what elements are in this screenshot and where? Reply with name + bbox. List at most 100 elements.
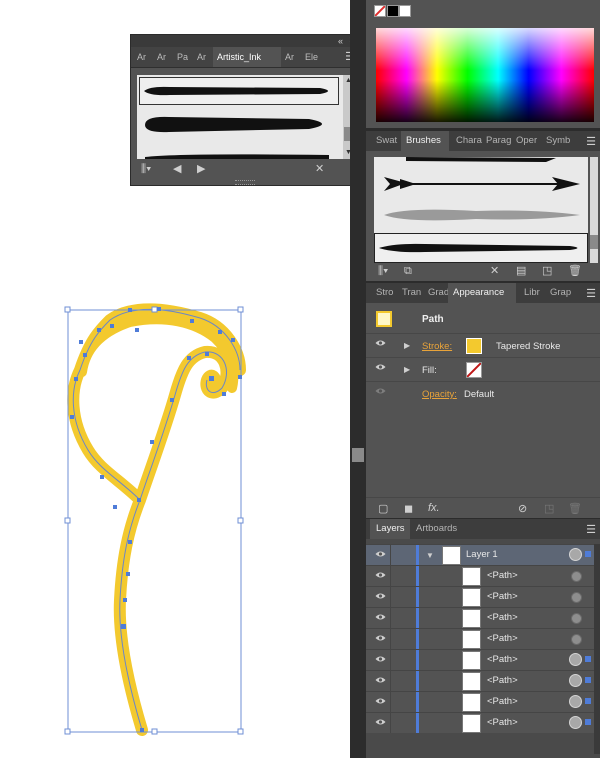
brush-item[interactable] bbox=[139, 143, 339, 159]
path-target-icon[interactable] bbox=[569, 695, 582, 708]
visibility-eye-icon[interactable] bbox=[375, 550, 386, 558]
path-name[interactable]: <Path> bbox=[487, 629, 518, 649]
path-row[interactable]: <Path> bbox=[366, 565, 594, 586]
library-tab-artistic-ink[interactable]: Artistic_Ink bbox=[213, 47, 281, 67]
path-row[interactable]: <Path> bbox=[366, 586, 594, 607]
tab-symbols[interactable]: Symb bbox=[546, 131, 572, 151]
path-target-icon[interactable] bbox=[571, 592, 582, 603]
appearance-fill-row[interactable]: ▶ Fill: bbox=[366, 357, 600, 382]
visibility-eye-icon[interactable] bbox=[375, 655, 386, 663]
layers-scrollbar[interactable] bbox=[594, 544, 600, 754]
tab-character[interactable]: Chara bbox=[456, 131, 482, 151]
opacity-label[interactable]: Opacity: bbox=[422, 389, 457, 400]
path-row[interactable]: <Path> bbox=[366, 628, 594, 649]
panel-menu-icon[interactable]: ☰ bbox=[586, 288, 596, 300]
delete-brush-icon[interactable]: 🗑 bbox=[568, 265, 582, 277]
library-tab-4[interactable]: Ar bbox=[197, 47, 209, 67]
remove-brush-stroke-icon[interactable]: ✕ bbox=[490, 265, 499, 277]
brush-item-selected[interactable] bbox=[374, 233, 588, 263]
tab-brushes[interactable]: Brushes bbox=[401, 131, 449, 151]
path-name[interactable]: <Path> bbox=[487, 713, 518, 733]
path-name[interactable]: <Path> bbox=[487, 692, 518, 712]
stroke-label[interactable]: Stroke: bbox=[422, 341, 452, 352]
path-name[interactable]: <Path> bbox=[487, 671, 518, 691]
add-fill-icon[interactable]: ◼ bbox=[404, 503, 413, 515]
visibility-eye-icon[interactable] bbox=[375, 634, 386, 642]
visibility-eye-icon[interactable] bbox=[375, 363, 386, 371]
appearance-opacity-row[interactable]: Opacity: Default bbox=[366, 381, 600, 406]
library-tab-1[interactable]: Ar bbox=[137, 47, 149, 67]
path-target-icon[interactable] bbox=[571, 571, 582, 582]
path-target-icon[interactable] bbox=[569, 674, 582, 687]
visibility-eye-icon[interactable] bbox=[375, 697, 386, 705]
brush-item[interactable] bbox=[139, 109, 339, 139]
next-library-icon[interactable]: ▶ bbox=[197, 163, 205, 175]
tab-artboards[interactable]: Artboards bbox=[416, 519, 476, 539]
collapse-triangle-icon[interactable]: ▼ bbox=[426, 550, 434, 562]
brushes-scrollbar-thumb[interactable] bbox=[590, 235, 598, 249]
path-row[interactable]: <Path> bbox=[366, 649, 594, 670]
selection-indicator[interactable] bbox=[585, 677, 591, 683]
path-target-icon[interactable] bbox=[569, 716, 582, 729]
panel-menu-icon[interactable]: ☰ bbox=[586, 524, 596, 536]
path-name[interactable]: <Path> bbox=[487, 587, 518, 607]
brush-item-selected[interactable] bbox=[139, 77, 339, 105]
brush-options-icon[interactable]: ▤ bbox=[516, 265, 526, 277]
white-swatch[interactable] bbox=[399, 5, 411, 17]
library-panel-titlebar[interactable]: « × bbox=[131, 35, 359, 47]
add-effect-button[interactable]: fx. bbox=[428, 502, 440, 514]
visibility-eye-icon[interactable] bbox=[375, 592, 386, 600]
visibility-eye-icon[interactable] bbox=[375, 676, 386, 684]
path-name[interactable]: <Path> bbox=[487, 608, 518, 628]
path-name[interactable]: <Path> bbox=[487, 650, 518, 670]
none-swatch[interactable] bbox=[374, 5, 386, 17]
layer-name[interactable]: Layer 1 bbox=[466, 545, 498, 565]
tab-layers[interactable]: Layers bbox=[370, 519, 410, 539]
tab-opentype[interactable]: Oper bbox=[516, 131, 542, 151]
fill-none-swatch[interactable] bbox=[466, 362, 482, 378]
path-name[interactable]: <Path> bbox=[487, 566, 518, 586]
dock-resize-handle[interactable] bbox=[352, 448, 364, 462]
tab-graphic-styles[interactable]: Grap bbox=[550, 283, 574, 303]
path-target-icon[interactable] bbox=[569, 653, 582, 666]
tab-swatches[interactable]: Swat bbox=[376, 131, 400, 151]
tab-paragraph[interactable]: Parag bbox=[486, 131, 512, 151]
selection-indicator[interactable] bbox=[585, 551, 591, 557]
panel-menu-icon[interactable]: ☰ bbox=[586, 136, 596, 148]
tab-stroke[interactable]: Stro bbox=[376, 283, 398, 303]
selection-indicator[interactable] bbox=[585, 719, 591, 725]
brush-libraries-menu-icon[interactable]: ⫼▾ bbox=[378, 265, 388, 277]
layer-target-icon[interactable] bbox=[569, 548, 582, 561]
tab-appearance[interactable]: Appearance bbox=[448, 283, 516, 303]
path-row[interactable]: <Path> bbox=[366, 712, 594, 733]
visibility-eye-icon[interactable] bbox=[375, 571, 386, 579]
visibility-eye-icon[interactable] bbox=[375, 339, 386, 347]
expand-triangle-icon[interactable]: ▶ bbox=[404, 340, 410, 352]
layer-row[interactable]: ▼ Layer 1 bbox=[366, 544, 594, 565]
brushes-scrollbar[interactable] bbox=[590, 157, 598, 263]
tab-transparency[interactable]: Tran bbox=[402, 283, 424, 303]
visibility-eye-icon[interactable] bbox=[375, 613, 386, 621]
selection-indicator[interactable] bbox=[585, 698, 591, 704]
path-row[interactable]: <Path> bbox=[366, 607, 594, 628]
expand-triangle-icon[interactable]: ▶ bbox=[404, 364, 410, 376]
library-tab-3[interactable]: Pa bbox=[177, 47, 189, 67]
brush-item-chalk[interactable] bbox=[376, 203, 586, 227]
brush-item-arrow[interactable] bbox=[376, 171, 586, 199]
libraries-panel-icon[interactable]: ⧉ bbox=[404, 265, 412, 277]
add-stroke-icon[interactable]: ▢ bbox=[378, 503, 388, 515]
library-tab-7[interactable]: Ele bbox=[305, 47, 321, 67]
tab-libraries[interactable]: Libr bbox=[524, 283, 546, 303]
path-row[interactable]: <Path> bbox=[366, 670, 594, 691]
path-row[interactable]: <Path> bbox=[366, 691, 594, 712]
path-target-icon[interactable] bbox=[571, 613, 582, 624]
tab-gradient[interactable]: Grad bbox=[428, 283, 448, 303]
stroke-color-swatch[interactable] bbox=[466, 338, 482, 354]
appearance-stroke-row[interactable]: ▶ Stroke: Tapered Stroke bbox=[366, 333, 600, 358]
clear-appearance-icon[interactable]: ⊘ bbox=[518, 503, 527, 515]
visibility-eye-icon[interactable] bbox=[375, 718, 386, 726]
path-target-icon[interactable] bbox=[571, 634, 582, 645]
library-tab-2[interactable]: Ar bbox=[157, 47, 169, 67]
library-tab-6[interactable]: Ar bbox=[285, 47, 299, 67]
delete-brush-icon[interactable]: ✕ bbox=[315, 163, 324, 175]
